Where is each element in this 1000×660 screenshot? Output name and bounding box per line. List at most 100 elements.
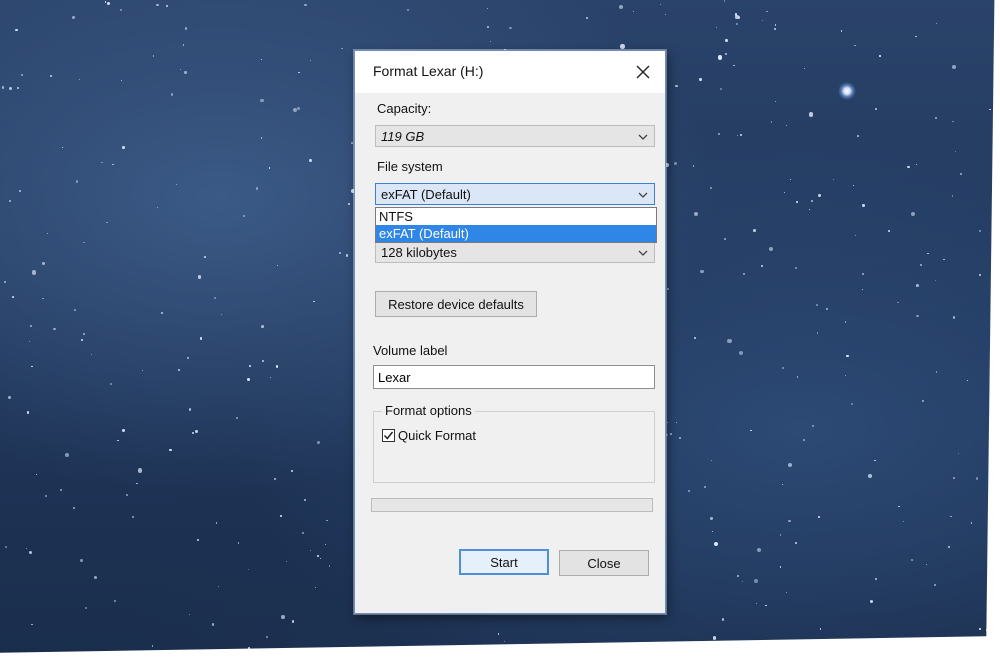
star [802,439,805,442]
star [268,167,271,169]
star [773,27,777,30]
allocation-unit-select[interactable]: 128 kilobytes [375,241,655,263]
star [196,539,199,542]
close-icon[interactable] [629,59,657,85]
capacity-select[interactable]: 119 GB [375,125,655,147]
star [951,65,956,70]
star [857,135,859,138]
star [188,408,192,411]
star [699,269,704,274]
star [487,7,489,9]
star [136,482,138,485]
quick-format-checkbox-row[interactable]: Quick Format [382,428,476,443]
star [935,117,938,120]
quick-format-checkbox[interactable] [382,429,395,442]
star [774,24,777,26]
star [248,364,252,368]
close-button[interactable]: Close [559,550,649,576]
star [339,252,341,254]
star [255,187,259,190]
star [867,473,872,479]
allocation-unit-value: 128 kilobytes [381,244,457,260]
star [487,25,490,28]
dropdown-option-exfat[interactable]: exFAT (Default) [376,225,656,242]
star [785,591,787,593]
star [933,583,937,587]
star [756,603,758,605]
dropdown-option-ntfs[interactable]: NTFS [376,208,656,225]
star [761,19,763,22]
star [934,279,937,282]
star [819,628,822,630]
star [281,615,285,619]
star [753,579,758,584]
star [693,336,697,340]
star [703,486,707,489]
star [724,237,726,240]
star [711,459,713,461]
star [862,289,864,291]
star [970,522,973,524]
star [788,519,791,523]
star [120,9,123,11]
file-system-select[interactable]: exFAT (Default) [375,183,655,205]
star [9,200,12,203]
star [298,72,300,74]
star [781,484,783,486]
star [722,618,725,621]
star [156,3,159,7]
star [915,35,918,38]
star [761,264,763,267]
star [803,68,805,70]
star [862,272,865,275]
star [215,522,218,524]
star [122,429,125,432]
restore-defaults-button[interactable]: Restore device defaults [375,291,537,317]
star [35,474,37,476]
star [787,463,793,468]
quick-format-label: Quick Format [398,428,477,443]
star [19,190,21,192]
star [15,28,18,32]
star [179,68,181,70]
star [633,10,635,12]
star [260,59,263,61]
star [911,212,916,217]
star [151,645,153,647]
star [774,100,776,102]
star [248,568,250,570]
start-button[interactable]: Start [459,549,549,575]
star [943,258,945,261]
star [195,430,198,433]
star [674,161,678,166]
star [291,620,295,623]
format-progress-bar [371,498,653,512]
star [781,366,784,369]
star [269,377,272,379]
star [106,222,108,224]
star [735,23,738,25]
star [919,264,922,267]
star [72,16,76,20]
star [75,180,79,183]
star [16,86,19,89]
star [951,195,954,197]
star [1,86,5,89]
star [177,368,180,371]
star [840,30,843,32]
star [783,191,785,194]
star [79,78,81,80]
star [765,604,767,607]
star [247,378,250,382]
star [101,161,103,163]
star [350,142,353,145]
star [170,93,174,96]
star [297,106,301,110]
star [693,211,698,216]
star [915,164,917,166]
star [979,274,982,277]
star [80,339,84,342]
star [243,215,245,217]
star [725,52,728,55]
volume-label-input[interactable] [373,365,655,389]
